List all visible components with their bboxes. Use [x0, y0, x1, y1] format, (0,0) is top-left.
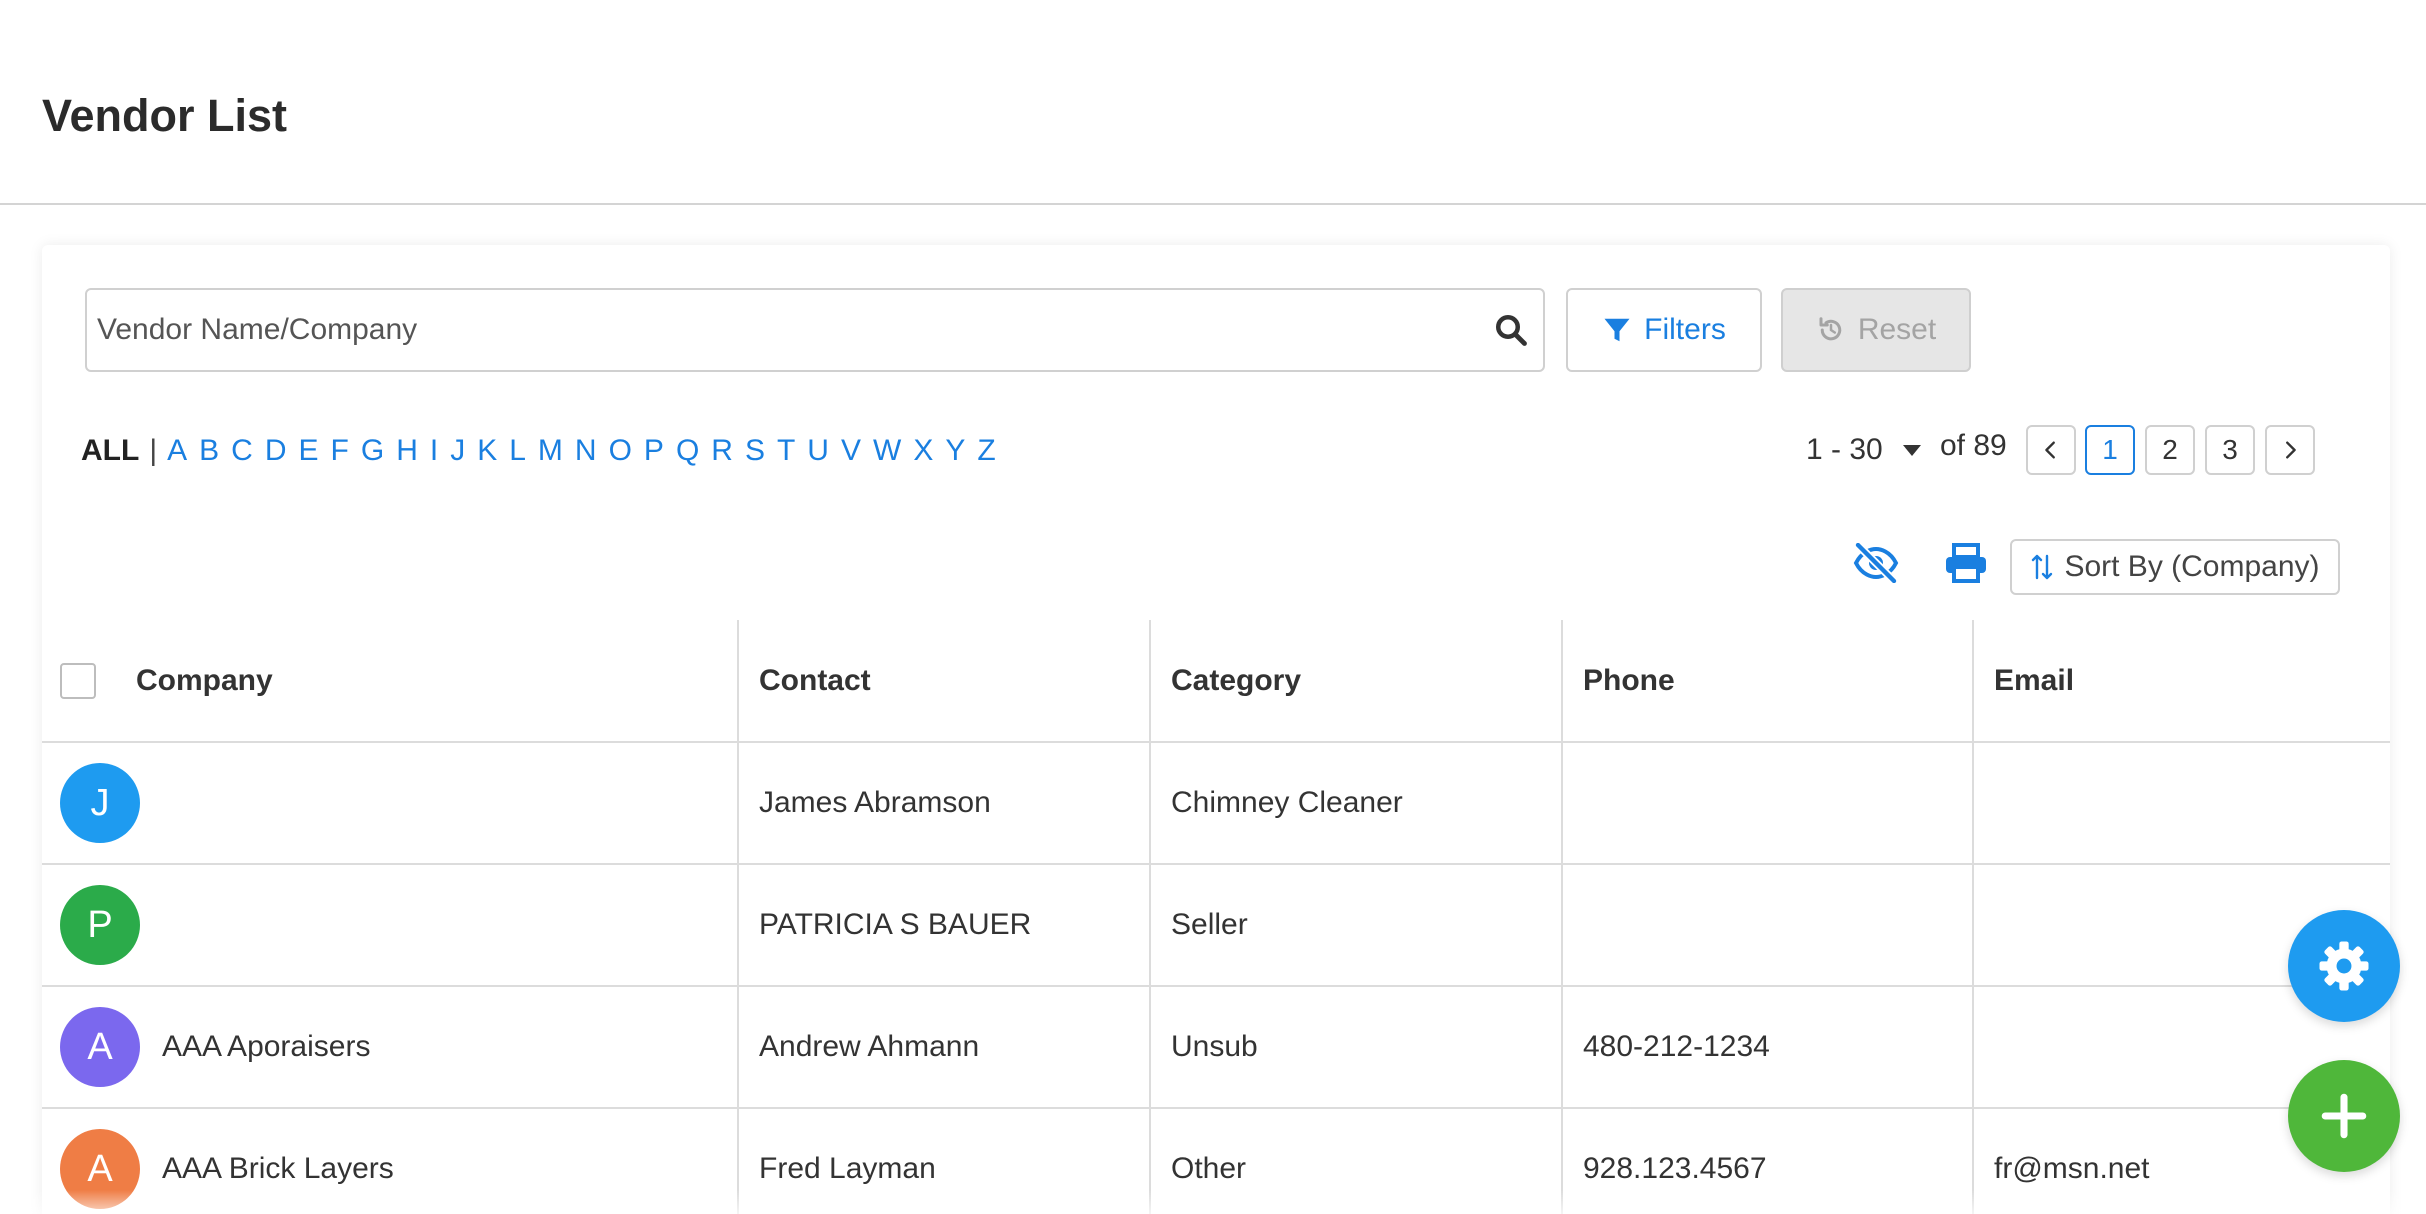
company-cell: A AAA Aporaisers — [42, 986, 739, 1109]
caret-down-icon — [1902, 444, 1921, 456]
reset-icon — [1819, 317, 1842, 341]
page-title: Vendor List — [42, 90, 288, 141]
alpha-letter[interactable]: T — [777, 434, 795, 468]
company-cell: P — [42, 864, 739, 987]
alpha-letter[interactable]: V — [841, 434, 861, 468]
page-button-3[interactable]: 3 — [2205, 425, 2255, 475]
alpha-letter[interactable]: M — [538, 434, 563, 468]
alpha-letter[interactable]: H — [396, 434, 418, 468]
phone-cell — [1562, 864, 1974, 987]
contact-cell: James Abramson — [738, 742, 1151, 865]
search-icon[interactable] — [1493, 312, 1529, 348]
email-cell — [1973, 742, 2390, 865]
page-size-select[interactable]: 1 - 30 — [1806, 433, 1921, 467]
alpha-letter[interactable]: Q — [676, 434, 699, 468]
alpha-letter[interactable]: K — [477, 434, 497, 468]
alpha-letter[interactable]: Z — [977, 434, 995, 468]
avatar: A — [60, 1129, 140, 1209]
alpha-letter[interactable]: J — [450, 434, 465, 468]
alpha-letter[interactable]: A — [167, 434, 187, 468]
contact-cell: Andrew Ahmann — [738, 986, 1151, 1109]
alpha-letter[interactable]: E — [299, 434, 319, 468]
alpha-letter[interactable]: U — [807, 434, 829, 468]
eye-slash-icon[interactable] — [1852, 543, 1900, 583]
avatar: P — [60, 885, 140, 965]
phone-cell — [1562, 742, 1974, 865]
company-cell: J — [42, 742, 739, 865]
alpha-letter[interactable]: S — [745, 434, 765, 468]
phone-cell: 480-212-1234 — [1562, 986, 1974, 1109]
category-cell: Other — [1150, 1108, 1563, 1214]
alpha-all-link[interactable]: ALL — [81, 434, 139, 468]
search-box — [85, 288, 1545, 372]
alpha-letter[interactable]: R — [711, 434, 733, 468]
category-cell: Unsub — [1150, 986, 1563, 1109]
header-company-label: Company — [136, 663, 273, 697]
page-range-label: 1 - 30 — [1806, 433, 1883, 466]
header-category[interactable]: Category — [1150, 620, 1563, 743]
table-header-row: Company Contact Category Phone Email — [42, 620, 2390, 743]
chevron-right-icon — [2286, 441, 2296, 459]
category-cell: Seller — [1150, 864, 1563, 987]
alpha-letter[interactable]: B — [199, 434, 219, 468]
filter-icon — [1604, 318, 1630, 342]
header-contact[interactable]: Contact — [738, 620, 1151, 743]
sort-icon — [2032, 554, 2053, 580]
header-company[interactable]: Company — [42, 620, 739, 743]
avatar: A — [60, 1007, 140, 1087]
plus-icon — [2321, 1093, 2367, 1139]
sort-button[interactable]: Sort By (Company) — [2010, 539, 2340, 595]
alphabet-filter: ALL | A B C D E F G H I J K L M N O P Q … — [81, 431, 1008, 471]
printer-icon[interactable] — [1942, 543, 1990, 583]
filters-button-label: Filters — [1644, 313, 1726, 346]
category-cell: Chimney Cleaner — [1150, 742, 1563, 865]
alpha-letter[interactable]: G — [361, 434, 384, 468]
alpha-letter[interactable]: O — [609, 434, 632, 468]
select-all-checkbox[interactable] — [60, 662, 96, 699]
prev-page-button[interactable] — [2026, 425, 2076, 475]
table-row[interactable]: P PATRICIA S BAUER Seller — [42, 864, 2390, 987]
alpha-letter[interactable]: C — [231, 434, 253, 468]
company-name: AAA Brick Layers — [162, 1152, 394, 1185]
sort-button-label: Sort By (Company) — [2064, 550, 2320, 583]
phone-cell: 928.123.4567 — [1562, 1108, 1974, 1214]
vendor-list-card: Filters Reset ALL | A B C D E F G H I J … — [42, 245, 2390, 1214]
vendor-table: Company Contact Category Phone Email J J… — [42, 620, 2390, 1214]
page-button-2[interactable]: 2 — [2145, 425, 2195, 475]
avatar: J — [60, 763, 140, 843]
alpha-letter[interactable]: Y — [945, 434, 965, 468]
search-input[interactable] — [97, 290, 1457, 370]
page-header: Vendor List — [0, 0, 2426, 205]
contact-cell: Fred Layman — [738, 1108, 1151, 1214]
add-vendor-fab-button[interactable] — [2288, 1060, 2400, 1172]
alpha-letter[interactable]: D — [265, 434, 287, 468]
page-button-1[interactable]: 1 — [2085, 425, 2135, 475]
alpha-letter[interactable]: F — [331, 434, 349, 468]
contact-cell: PATRICIA S BAUER — [738, 864, 1151, 987]
company-cell: A AAA Brick Layers — [42, 1108, 739, 1214]
next-page-button[interactable] — [2265, 425, 2315, 475]
header-phone[interactable]: Phone — [1562, 620, 1974, 743]
header-email[interactable]: Email — [1973, 620, 2390, 743]
alpha-letter[interactable]: I — [430, 434, 438, 468]
table-row[interactable]: J James Abramson Chimney Cleaner — [42, 742, 2390, 865]
chevron-left-icon — [2045, 441, 2055, 459]
settings-fab-button[interactable] — [2288, 910, 2400, 1022]
reset-button[interactable]: Reset — [1781, 288, 1971, 372]
table-row[interactable]: A AAA Brick Layers Fred Layman Other 928… — [42, 1108, 2390, 1214]
alpha-letter[interactable]: X — [913, 434, 933, 468]
table-row[interactable]: A AAA Aporaisers Andrew Ahmann Unsub 480… — [42, 986, 2390, 1109]
total-count: of 89 — [1940, 429, 2007, 462]
reset-button-label: Reset — [1857, 313, 1937, 346]
filters-button[interactable]: Filters — [1566, 288, 1762, 372]
alpha-separator: | — [149, 434, 158, 467]
company-name: AAA Aporaisers — [162, 1030, 371, 1063]
gear-icon — [2319, 941, 2369, 991]
alpha-letter[interactable]: P — [644, 434, 664, 468]
alpha-letter[interactable]: W — [873, 434, 901, 468]
alpha-letter[interactable]: N — [575, 434, 597, 468]
alpha-letter[interactable]: L — [509, 434, 526, 468]
